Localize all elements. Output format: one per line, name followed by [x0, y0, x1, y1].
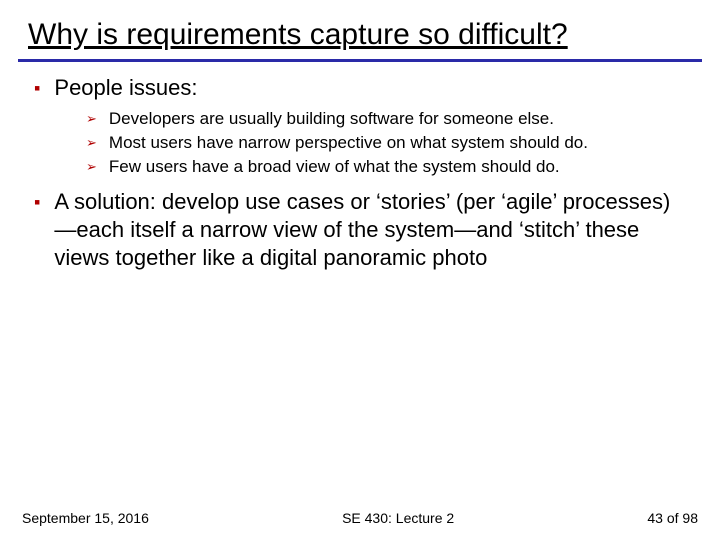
- bullet-text: A solution: develop use cases or ‘storie…: [54, 188, 692, 272]
- arrow-bullet-icon: ➢: [86, 156, 97, 178]
- sub-bullet-item: ➢ Developers are usually building softwa…: [86, 108, 692, 130]
- page-current: 43: [647, 510, 663, 526]
- bullet-item: ▪ A solution: develop use cases or ‘stor…: [34, 188, 692, 272]
- slide: Why is requirements capture so difficult…: [0, 0, 720, 540]
- slide-title: Why is requirements capture so difficult…: [28, 18, 692, 53]
- page-of: of: [663, 510, 682, 526]
- sub-bullet-text: Few users have a broad view of what the …: [109, 156, 692, 178]
- bullet-text: People issues:: [54, 74, 692, 102]
- footer-course: SE 430: Lecture 2: [149, 510, 648, 526]
- arrow-bullet-icon: ➢: [86, 108, 97, 130]
- slide-footer: September 15, 2016 SE 430: Lecture 2 43 …: [0, 510, 720, 526]
- page-total: 98: [682, 510, 698, 526]
- sub-bullet-text: Developers are usually building software…: [109, 108, 692, 130]
- sub-bullet-item: ➢ Few users have a broad view of what th…: [86, 156, 692, 178]
- arrow-bullet-icon: ➢: [86, 132, 97, 154]
- square-bullet-icon: ▪: [34, 76, 40, 100]
- title-underline-rule: [18, 59, 702, 62]
- square-bullet-icon: ▪: [34, 190, 40, 214]
- sub-bullet-list: ➢ Developers are usually building softwa…: [86, 108, 692, 178]
- footer-page: 43 of 98: [647, 510, 698, 526]
- footer-date: September 15, 2016: [22, 510, 149, 526]
- sub-bullet-text: Most users have narrow perspective on wh…: [109, 132, 692, 154]
- sub-bullet-item: ➢ Most users have narrow perspective on …: [86, 132, 692, 154]
- bullet-item: ▪ People issues:: [34, 74, 692, 102]
